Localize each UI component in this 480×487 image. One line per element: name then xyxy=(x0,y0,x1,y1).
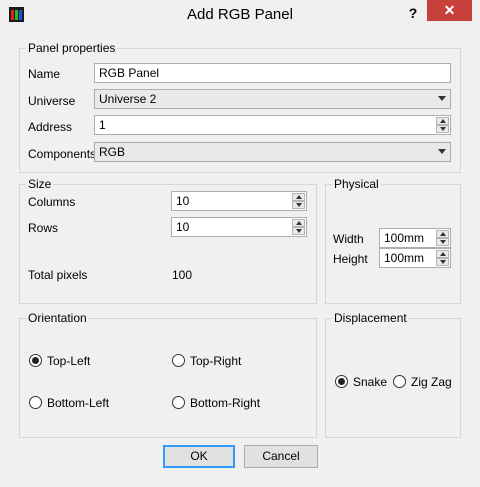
spin-up-icon[interactable] xyxy=(436,250,449,258)
chevron-down-icon xyxy=(438,149,446,154)
cancel-button[interactable]: Cancel xyxy=(244,445,318,468)
components-label: Components xyxy=(28,147,97,161)
width-value: 100mm xyxy=(384,231,425,245)
name-input[interactable]: RGB Panel xyxy=(94,63,451,83)
width-label: Width xyxy=(333,232,364,246)
spin-down-icon[interactable] xyxy=(436,238,449,246)
orientation-top-left-radio[interactable] xyxy=(29,354,42,367)
universe-label: Universe xyxy=(28,94,76,108)
orientation-title: Orientation xyxy=(26,311,89,325)
orientation-top-right-radio[interactable] xyxy=(172,354,185,367)
orientation-bottom-left-label[interactable]: Bottom-Left xyxy=(47,396,109,410)
displacement-snake-label[interactable]: Snake xyxy=(353,375,387,389)
height-spinbox[interactable]: 100mm xyxy=(379,248,451,268)
height-value: 100mm xyxy=(384,251,425,265)
title-bar: Add RGB Panel ? ✕ xyxy=(0,0,480,30)
columns-label: Columns xyxy=(28,195,76,209)
universe-select-value: Universe 2 xyxy=(99,92,157,106)
spin-down-icon[interactable] xyxy=(436,258,449,266)
orientation-top-right-label[interactable]: Top-Right xyxy=(190,354,241,368)
rows-spinbox[interactable]: 10 xyxy=(171,217,307,237)
rows-label: Rows xyxy=(28,221,59,235)
orientation-bottom-left-radio[interactable] xyxy=(29,396,42,409)
spin-down-icon[interactable] xyxy=(436,125,449,133)
orientation-top-left-label[interactable]: Top-Left xyxy=(47,354,90,368)
orientation-bottom-right-label[interactable]: Bottom-Right xyxy=(190,396,260,410)
displacement-snake-radio[interactable] xyxy=(335,375,348,388)
components-select[interactable]: RGB xyxy=(94,142,451,162)
width-spinbox[interactable]: 100mm xyxy=(379,228,451,248)
physical-title: Physical xyxy=(332,177,381,191)
spin-up-icon[interactable] xyxy=(436,117,449,125)
universe-select[interactable]: Universe 2 xyxy=(94,89,451,109)
address-value: 1 xyxy=(99,118,106,132)
columns-spinbox[interactable]: 10 xyxy=(171,191,307,211)
displacement-zigzag-label[interactable]: Zig Zag xyxy=(411,375,452,389)
address-spinbox[interactable]: 1 xyxy=(94,115,451,135)
panel-properties-title: Panel properties xyxy=(26,41,118,55)
orientation-bottom-right-radio[interactable] xyxy=(172,396,185,409)
height-label: Height xyxy=(333,252,368,266)
ok-button[interactable]: OK xyxy=(163,445,235,468)
displacement-title: Displacement xyxy=(332,311,409,325)
spin-up-icon[interactable] xyxy=(436,230,449,238)
spin-down-icon[interactable] xyxy=(292,227,305,235)
displacement-zigzag-radio[interactable] xyxy=(393,375,406,388)
add-rgb-panel-dialog: Add RGB Panel ? ✕ Panel properties Name … xyxy=(0,0,480,487)
close-button[interactable]: ✕ xyxy=(427,0,472,21)
components-select-value: RGB xyxy=(99,145,126,159)
name-label: Name xyxy=(28,67,61,81)
help-button[interactable]: ? xyxy=(402,3,424,23)
total-pixels-label: Total pixels xyxy=(28,268,88,282)
total-pixels-value: 100 xyxy=(172,268,193,282)
spin-up-icon[interactable] xyxy=(292,193,305,201)
orientation-group: Orientation xyxy=(19,311,317,438)
columns-value: 10 xyxy=(176,194,190,208)
rows-value: 10 xyxy=(176,220,190,234)
spin-up-icon[interactable] xyxy=(292,219,305,227)
chevron-down-icon xyxy=(438,96,446,101)
spin-down-icon[interactable] xyxy=(292,201,305,209)
size-title: Size xyxy=(26,177,54,191)
address-label: Address xyxy=(28,120,73,134)
